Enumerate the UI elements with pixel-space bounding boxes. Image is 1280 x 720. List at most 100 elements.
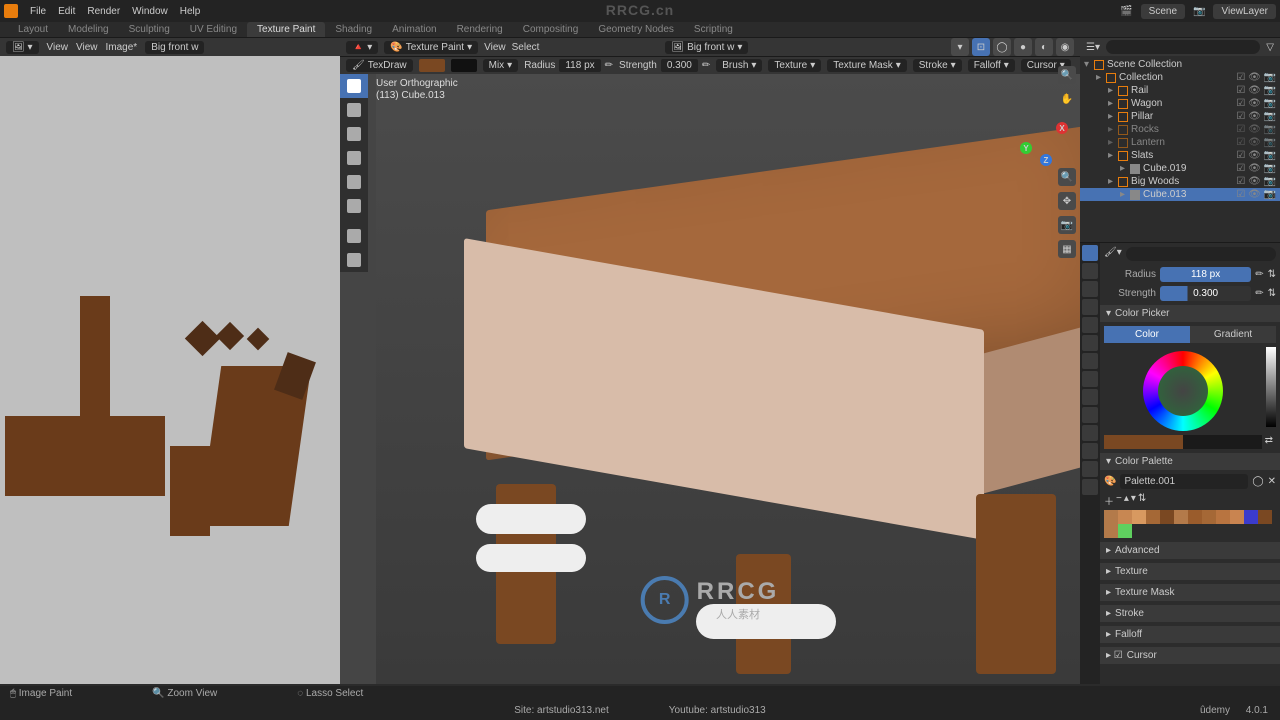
prop-tab-physics[interactable] xyxy=(1082,407,1098,423)
stroke-menu[interactable]: Stroke ▾ xyxy=(913,59,962,72)
palette-name-input[interactable]: Palette.001 xyxy=(1120,474,1248,489)
outliner-filter-icon[interactable]: ▽ xyxy=(1266,42,1274,53)
palette-icon[interactable]: 🎨 xyxy=(1104,476,1116,487)
active-colors[interactable]: ⇄ xyxy=(1104,435,1276,449)
tab-animation[interactable]: Animation xyxy=(382,22,446,37)
shading-rendered-icon[interactable]: ◉ xyxy=(1056,38,1074,56)
strength-link-icon[interactable]: ⇅ xyxy=(1268,288,1276,299)
tool-smear[interactable] xyxy=(340,122,368,146)
outliner-item-rail[interactable]: ▸Rail☑ 👁 📷 xyxy=(1080,84,1280,97)
shading-wire-icon[interactable]: ◯ xyxy=(993,38,1011,56)
outliner-item-pillar[interactable]: ▸Pillar☑ 👁 📷 xyxy=(1080,110,1280,123)
section-cursor[interactable]: ▸ ☑ Cursor xyxy=(1100,647,1280,664)
strength-pen-icon[interactable]: ✏ xyxy=(1255,288,1263,299)
view-persp-icon[interactable]: ▦ xyxy=(1058,240,1076,258)
tab-geonodes[interactable]: Geometry Nodes xyxy=(588,22,684,37)
palette-sub-icon[interactable]: − xyxy=(1116,493,1122,508)
palette-swatch-1[interactable] xyxy=(1118,510,1132,524)
palette-remove-icon[interactable]: ✕ xyxy=(1268,476,1276,487)
menu-help[interactable]: Help xyxy=(180,6,201,17)
gradient-tab[interactable]: Gradient xyxy=(1190,326,1276,343)
outliner-type-icon[interactable]: ☰▾ xyxy=(1086,42,1100,53)
menu-edit[interactable]: Edit xyxy=(58,6,75,17)
mode-dropdown[interactable]: 🎨 Texture Paint ▾ xyxy=(384,41,478,54)
primary-color-swatch[interactable] xyxy=(419,59,445,72)
view-zoom-icon[interactable]: 🔍 xyxy=(1058,168,1076,186)
prop-tab-material[interactable] xyxy=(1082,461,1098,477)
menu-file[interactable]: File xyxy=(30,6,46,17)
section-texture[interactable]: ▸ Texture xyxy=(1100,563,1280,580)
tool-draw[interactable] xyxy=(340,74,368,98)
tool-sample[interactable] xyxy=(340,248,368,272)
tab-compositing[interactable]: Compositing xyxy=(513,22,589,37)
pan-icon[interactable]: ✋ xyxy=(1058,90,1076,108)
section-texture-mask[interactable]: ▸ Texture Mask xyxy=(1100,584,1280,601)
palette-swatch-6[interactable] xyxy=(1188,510,1202,524)
texture-mask-menu[interactable]: Texture Mask ▾ xyxy=(827,59,907,72)
axis-x-icon[interactable]: X xyxy=(1056,122,1068,134)
tab-sculpting[interactable]: Sculpting xyxy=(119,22,180,37)
palette-swatch-11[interactable] xyxy=(1258,510,1272,524)
overlay-toggle-icon[interactable]: ⊡ xyxy=(972,38,990,56)
tool-annotate[interactable] xyxy=(340,224,368,248)
palette-swatch-5[interactable] xyxy=(1174,510,1188,524)
outliner-item-rocks[interactable]: ▸Rocks☑ 👁 📷 xyxy=(1080,123,1280,136)
outliner-item-lantern[interactable]: ▸Lantern☑ 👁 📷 xyxy=(1080,136,1280,149)
prop-tab-output[interactable] xyxy=(1082,281,1098,297)
prop-tab-scene[interactable] xyxy=(1082,317,1098,333)
tab-scripting[interactable]: Scripting xyxy=(684,22,743,37)
prop-tab-viewlayer[interactable] xyxy=(1082,299,1098,315)
outliner-item-wagon[interactable]: ▸Wagon☑ 👁 📷 xyxy=(1080,97,1280,110)
uv-image-name[interactable]: Big front w xyxy=(145,41,204,54)
section-advanced[interactable]: ▸ Advanced xyxy=(1100,542,1280,559)
palette-header[interactable]: ▾ Color Palette xyxy=(1100,453,1280,470)
tab-rendering[interactable]: Rendering xyxy=(447,22,513,37)
gizmo-dropdown-icon[interactable]: ▾ xyxy=(951,38,969,56)
tool-mask[interactable] xyxy=(340,194,368,218)
axis-y-icon[interactable]: Y xyxy=(1020,142,1032,154)
color-tab[interactable]: Color xyxy=(1104,326,1190,343)
tool-clone[interactable] xyxy=(340,146,368,170)
prop-search-input[interactable] xyxy=(1126,247,1276,261)
outliner-item-collection[interactable]: ▸Collection☑ 👁 📷 xyxy=(1080,71,1280,84)
texture-menu[interactable]: Texture ▾ xyxy=(768,59,821,72)
outliner-item-cube-019[interactable]: ▸Cube.019☑ 👁 📷 xyxy=(1080,162,1280,175)
tab-shading[interactable]: Shading xyxy=(325,22,382,37)
prop-tab-tool[interactable] xyxy=(1082,245,1098,261)
menu-window[interactable]: Window xyxy=(132,6,168,17)
uv-menu-image[interactable]: Image* xyxy=(106,42,138,53)
brush-dropdown[interactable]: 🖌 TexDraw xyxy=(346,59,413,72)
outliner-item-big-woods[interactable]: ▸Big Woods☑ 👁 📷 xyxy=(1080,175,1280,188)
uv-viewport[interactable] xyxy=(0,56,340,684)
vp-image-dropdown[interactable]: 🖼 Big front w ▾ xyxy=(665,41,748,54)
outliner-root[interactable]: ▾Scene Collection xyxy=(1080,58,1280,71)
palette-swatch-7[interactable] xyxy=(1202,510,1216,524)
radius-pen-icon[interactable]: ✏ xyxy=(1255,269,1263,280)
palette-down-icon[interactable]: ▾ xyxy=(1131,493,1136,508)
prop-tab-render[interactable] xyxy=(1082,263,1098,279)
section-falloff[interactable]: ▸ Falloff xyxy=(1100,626,1280,643)
prop-tab-mesh[interactable] xyxy=(1082,443,1098,459)
tool-soften[interactable] xyxy=(340,98,368,122)
vp-menu-select[interactable]: Select xyxy=(512,42,540,53)
prop-tab-world[interactable] xyxy=(1082,335,1098,351)
nav-gizmo[interactable]: X Y Z xyxy=(1020,118,1068,166)
blend-dropdown[interactable]: Mix ▾ xyxy=(483,59,519,72)
3d-viewport[interactable]: 🔺 ▾ 🎨 Texture Paint ▾ View Select 🖼 Big … xyxy=(340,38,1080,684)
uv-menu-view[interactable]: View xyxy=(47,42,69,53)
zoom-icon[interactable]: 🔍 xyxy=(1058,66,1076,84)
value-slider[interactable] xyxy=(1266,347,1276,427)
vp-menu-view[interactable]: View xyxy=(484,42,506,53)
tab-texture-paint[interactable]: Texture Paint xyxy=(247,22,325,37)
palette-swatch-4[interactable] xyxy=(1160,510,1174,524)
swap-colors-icon[interactable]: ⇄ xyxy=(1262,435,1276,449)
palette-fake-user-icon[interactable]: ◯ xyxy=(1252,476,1263,487)
radius-input[interactable]: 118 px xyxy=(559,59,600,72)
palette-swatch-10[interactable] xyxy=(1244,510,1258,524)
palette-sort-icon[interactable]: ⇅ xyxy=(1138,493,1146,508)
palette-swatch-12[interactable] xyxy=(1104,524,1118,538)
palette-swatch-2[interactable] xyxy=(1132,510,1146,524)
prop-strength-slider[interactable]: 0.300 xyxy=(1160,286,1251,301)
color-picker-header[interactable]: ▾ Color Picker xyxy=(1100,305,1280,322)
prop-tab-particles[interactable] xyxy=(1082,389,1098,405)
